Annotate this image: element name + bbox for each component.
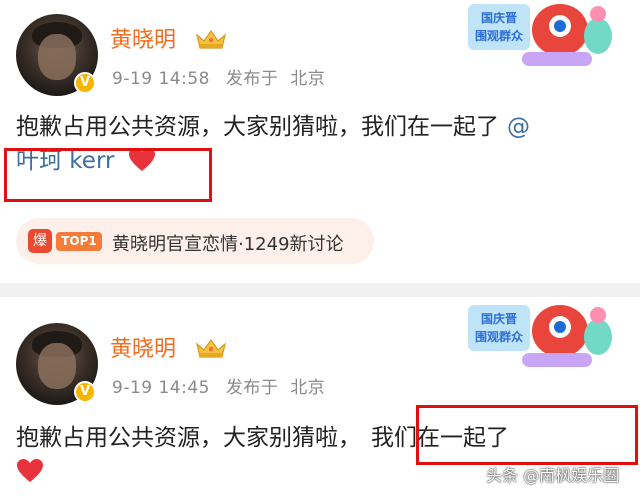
verified-badge-icon: V — [74, 72, 96, 94]
post-meta: 9-19 14:45 发布于 北京 — [112, 373, 325, 398]
weibo-post-1: V 黄晓明 9-19 14:58 发布于 北京 国庆晋 围观群众 抱歉占用公共资… — [0, 0, 640, 283]
hot-topic-pill[interactable]: 爆 TOP1 黄晓明官宣恋情·1249新讨论 — [16, 218, 374, 264]
avatar-face — [38, 34, 76, 80]
crown-icon — [196, 29, 226, 49]
published-label: 发布于 — [225, 378, 279, 398]
promo-line2: 围观群众 — [475, 28, 524, 43]
highlight-box — [416, 405, 638, 465]
crown-icon — [196, 338, 226, 358]
username[interactable]: 黄晓明 — [110, 22, 176, 54]
highlight-box — [4, 148, 212, 202]
post-location: 北京 — [290, 378, 326, 398]
post-text: 抱歉占用公共资源，大家别猜啦，我们在一起了 — [16, 114, 499, 140]
top-rank-badge: TOP1 — [56, 232, 102, 251]
post-meta: 9-19 14:58 发布于 北京 — [112, 64, 325, 89]
watermark: 头条 @南枫娱乐圈 — [486, 466, 620, 485]
promo-line1: 国庆晋 — [481, 10, 517, 25]
hot-badge-icon: 爆 — [28, 229, 52, 253]
username[interactable]: 黄晓明 — [110, 331, 176, 363]
promo-line1: 国庆晋 — [481, 311, 517, 326]
post-divider — [0, 283, 640, 297]
verified-badge-icon: V — [74, 381, 96, 403]
post-location: 北京 — [290, 69, 326, 89]
promo-line2: 围观群众 — [475, 329, 524, 344]
promo-banner-icon[interactable]: 国庆晋 围观群众 — [462, 0, 622, 72]
heart-icon — [17, 459, 43, 482]
mention-at[interactable]: @ — [507, 114, 530, 140]
post-time: 9-19 14:58 — [112, 69, 210, 89]
post-text: 抱歉占用公共资源，大家别猜啦， — [16, 425, 361, 451]
avatar-face — [38, 343, 76, 389]
hot-topic-label: 黄晓明官宣恋情·1249新讨论 — [112, 234, 344, 255]
published-label: 发布于 — [225, 69, 279, 89]
promo-banner-icon[interactable]: 国庆晋 围观群众 — [462, 301, 622, 373]
post-time: 9-19 14:45 — [112, 378, 210, 398]
